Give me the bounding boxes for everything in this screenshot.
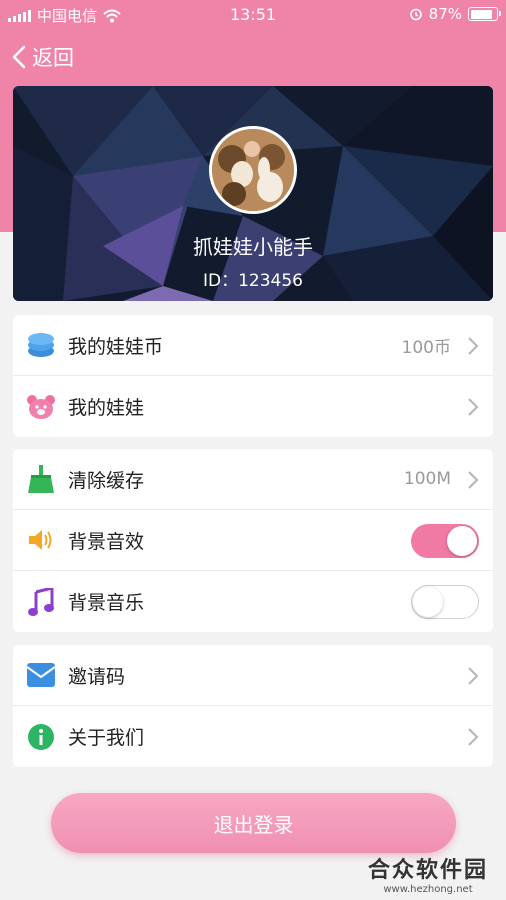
avatar-image	[212, 129, 294, 211]
row-clear-cache[interactable]: 清除缓存 100M	[13, 449, 493, 510]
row-background-music: 背景音乐	[13, 571, 493, 632]
alarm-icon	[409, 8, 422, 21]
broom-icon	[27, 465, 55, 493]
logout-button[interactable]: 退出登录	[51, 793, 456, 853]
row-label: 关于我们	[68, 727, 145, 749]
row-invite-code[interactable]: 邀请码	[13, 645, 493, 706]
row-label: 背景音乐	[68, 592, 145, 614]
info-icon	[27, 723, 55, 751]
row-about-us[interactable]: 关于我们	[13, 706, 493, 767]
speaker-icon	[27, 526, 55, 554]
misc-group: 邀请码 关于我们	[13, 645, 493, 767]
row-sound-effects: 背景音效	[13, 510, 493, 571]
chevron-left-icon	[12, 45, 26, 69]
battery-icon	[468, 7, 501, 21]
row-label: 我的娃娃	[68, 397, 145, 419]
avatar[interactable]	[209, 126, 297, 214]
row-my-dolls[interactable]: 我的娃娃	[13, 376, 493, 437]
row-coins[interactable]: 我的娃娃币 100币	[13, 315, 493, 376]
watermark-url: www.hezhong.net	[383, 884, 473, 895]
background-music-toggle[interactable]	[411, 585, 479, 619]
chevron-right-icon	[468, 471, 479, 489]
row-label: 邀请码	[68, 665, 126, 688]
watermark-text: 合众软件园	[367, 858, 488, 883]
chevron-right-icon	[468, 728, 479, 746]
sound-effects-toggle[interactable]	[411, 524, 479, 558]
settings-group: 清除缓存 100M 背景音效 背景音乐	[13, 449, 493, 632]
bear-icon	[27, 393, 55, 421]
coin-balance: 100币	[401, 337, 451, 358]
music-note-icon	[27, 587, 55, 616]
chevron-right-icon	[468, 337, 479, 355]
envelope-icon	[27, 661, 55, 689]
user-id: ID：123456	[203, 271, 303, 291]
back-label: 返回	[32, 46, 74, 70]
back-button[interactable]: 返回	[12, 40, 74, 74]
chevron-right-icon	[468, 667, 479, 685]
profile-card: 抓娃娃小能手 ID：123456	[13, 86, 493, 301]
nickname: 抓娃娃小能手	[193, 235, 313, 259]
row-label: 清除缓存	[68, 469, 145, 492]
row-label: 我的娃娃币	[68, 335, 164, 358]
watermark: 合众软件园 www.hezhong.net	[368, 852, 488, 895]
coin-stack-icon	[27, 331, 55, 359]
chevron-right-icon	[468, 398, 479, 416]
status-bar: 中国电信 13:51 87%	[0, 0, 506, 30]
wallet-group: 我的娃娃币 100币 我的娃娃	[13, 315, 493, 437]
row-label: 背景音效	[68, 530, 145, 553]
battery-percent: 87%	[428, 5, 462, 23]
cache-size: 100M	[403, 469, 451, 489]
